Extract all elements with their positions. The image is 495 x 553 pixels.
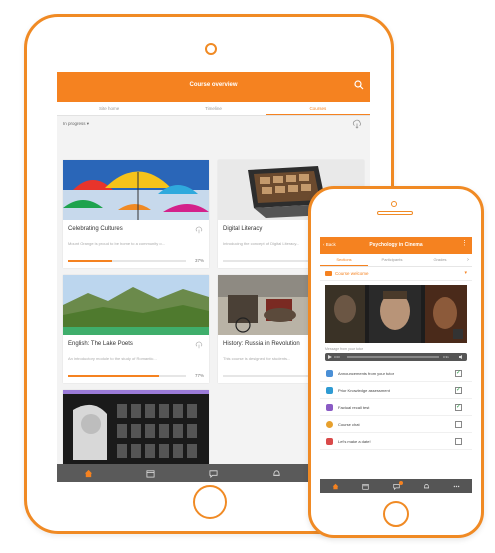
course-image-lake-landscape — [63, 275, 209, 335]
tab-participants[interactable]: Participants — [368, 254, 416, 266]
audio-duration: 0:31 — [443, 355, 449, 359]
tab-timeline[interactable]: Timeline — [161, 102, 265, 115]
page-title: Course overview — [189, 82, 238, 88]
course-video-thumbnail[interactable] — [325, 285, 467, 343]
bell-icon — [272, 469, 280, 476]
course-progress-bar — [68, 260, 186, 262]
list-item[interactable]: Prior Knowledge assessment ✓ — [320, 382, 472, 399]
course-filter-dropdown[interactable]: In progress ▾ — [63, 121, 89, 127]
tablet-home-button — [193, 485, 227, 519]
course-card[interactable] — [63, 390, 209, 470]
course-download-icon[interactable] — [195, 226, 203, 234]
list-item[interactable]: Let's make a date! — [320, 433, 472, 450]
folder-icon — [325, 271, 332, 276]
completion-checkbox[interactable]: ✓ — [455, 387, 462, 394]
list-item[interactable]: Announcements from your tutor ✓ — [320, 365, 472, 382]
home-icon — [84, 469, 92, 477]
nav-calendar[interactable] — [350, 479, 380, 493]
tab-courses[interactable]: Courses — [265, 102, 370, 115]
course-card[interactable]: Celebrating Cultures Mount Orange is pro… — [63, 160, 209, 268]
phone-header: ‹ Back Psychology in Cinema ⋮ — [320, 237, 472, 254]
nav-home[interactable] — [57, 464, 120, 482]
nav-calendar[interactable] — [120, 464, 183, 482]
tablet-tabs: Site home Timeline Courses — [57, 102, 370, 116]
quiz-icon — [326, 404, 333, 411]
activity-label: Prior Knowledge assessment — [338, 388, 390, 393]
tab-grades[interactable]: Grades — [416, 254, 464, 266]
tabs-scroll-chevron-icon[interactable]: › — [464, 254, 472, 266]
tab-site-home[interactable]: Site home — [57, 102, 161, 115]
course-progress-bar — [68, 375, 186, 377]
activity-label: Let's make a date! — [338, 439, 371, 444]
course-card[interactable]: English: The Lake Poets An introductory … — [63, 275, 209, 383]
search-icon[interactable] — [354, 80, 364, 90]
audio-progress-track[interactable] — [347, 356, 439, 358]
activity-list: Announcements from your tutor ✓ Prior Kn… — [320, 365, 472, 450]
course-title: Psychology in Cinema — [369, 242, 423, 248]
kebab-menu-icon[interactable]: ⋮ — [461, 240, 468, 247]
list-item[interactable]: Course chat — [320, 416, 472, 433]
course-description: An introductory module to the study of R… — [68, 356, 157, 361]
play-icon[interactable] — [328, 355, 332, 359]
course-title: English: The Lake Poets — [68, 341, 133, 347]
phone-device: ‹ Back Psychology in Cinema ⋮ Sections P… — [308, 186, 484, 538]
chat-icon — [326, 421, 333, 428]
course-title: Digital Literacy — [223, 226, 263, 232]
phone-home-button — [383, 501, 409, 527]
phone-camera — [391, 201, 397, 207]
more-icon — [454, 485, 460, 487]
feedback-icon — [326, 387, 333, 394]
nav-home[interactable] — [320, 479, 350, 493]
tablet-header: Course overview — [57, 72, 370, 102]
volume-icon[interactable] — [459, 355, 464, 359]
audio-current-time: 0:00 — [334, 355, 340, 359]
phone-bottom-nav — [320, 479, 472, 493]
section-selector[interactable]: Course welcome ▾ — [320, 267, 472, 281]
forum-icon — [326, 370, 333, 377]
audio-player[interactable]: 0:00 0:31 — [325, 353, 467, 361]
calendar-icon — [362, 483, 369, 490]
calendar-icon — [146, 469, 155, 478]
course-image-umbrellas — [63, 160, 209, 220]
activity-label: Factual recall test — [338, 405, 370, 410]
chevron-down-icon: ▾ — [464, 270, 467, 276]
nav-notifications[interactable] — [411, 479, 441, 493]
course-progress-label: 37% — [194, 258, 204, 263]
nav-messages[interactable] — [182, 464, 245, 482]
progress-fill — [68, 375, 159, 377]
phone-speaker — [377, 211, 413, 215]
course-progress-label: 77% — [194, 373, 204, 378]
nav-notifications[interactable] — [245, 464, 308, 482]
home-icon — [332, 483, 339, 489]
course-filter-row: In progress ▾ — [57, 116, 370, 132]
choice-icon — [326, 438, 333, 445]
completion-checkbox[interactable] — [455, 421, 462, 428]
bell-icon — [423, 483, 429, 488]
notification-badge — [399, 481, 404, 485]
phone-screen: ‹ Back Psychology in Cinema ⋮ Sections P… — [320, 237, 472, 493]
nav-messages[interactable] — [381, 479, 411, 493]
course-image-film-strip — [63, 390, 209, 470]
course-description: Mount Orange is proud to be home to a co… — [68, 241, 165, 246]
tablet-camera — [205, 43, 217, 55]
activity-label: Course chat — [338, 422, 360, 427]
nav-more[interactable] — [442, 479, 472, 493]
tab-sections[interactable]: Sections — [320, 254, 368, 266]
progress-fill — [68, 260, 112, 262]
course-title: History: Russia in Revolution — [223, 341, 300, 347]
completion-checkbox[interactable] — [455, 438, 462, 445]
message-label: Message from your tutor — [325, 347, 363, 351]
completion-checkbox[interactable]: ✓ — [455, 370, 462, 377]
download-icon[interactable] — [352, 119, 362, 129]
course-download-icon[interactable] — [195, 341, 203, 349]
chat-icon — [209, 469, 218, 478]
list-item[interactable]: Factual recall test ✓ — [320, 399, 472, 416]
section-label: Course welcome — [335, 271, 369, 276]
course-title: Celebrating Cultures — [68, 226, 123, 232]
product-showcase: Course overview Site home Timeline Cours… — [0, 0, 495, 553]
phone-tabs: Sections Participants Grades › — [320, 254, 472, 267]
activity-label: Announcements from your tutor — [338, 371, 395, 376]
completion-checkbox[interactable]: ✓ — [455, 404, 462, 411]
